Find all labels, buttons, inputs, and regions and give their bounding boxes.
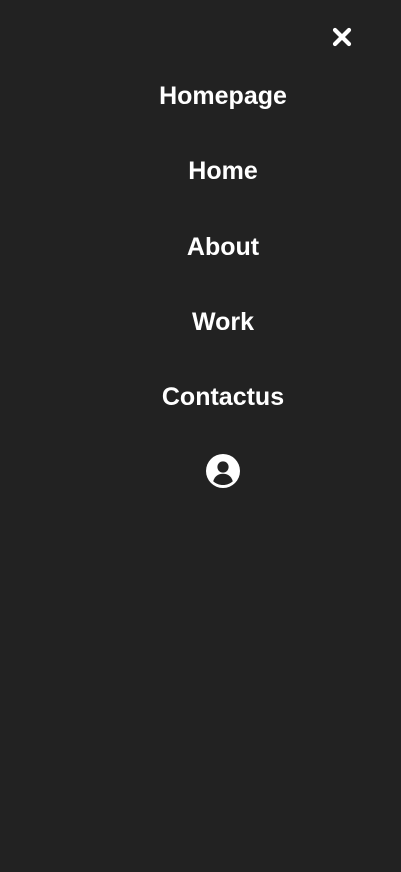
account-button[interactable] (205, 453, 241, 489)
nav-link-homepage[interactable]: Homepage (159, 78, 287, 114)
nav-link-contactus[interactable]: Contactus (162, 379, 284, 415)
nav-link-home[interactable]: Home (188, 153, 257, 189)
nav-item-home: Home (0, 153, 401, 228)
nav-item-homepage: Homepage (0, 78, 401, 153)
nav-list: Homepage Home About Work Contactus (0, 78, 401, 454)
nav-link-about[interactable]: About (187, 229, 259, 265)
nav-link-work[interactable]: Work (192, 304, 254, 340)
mobile-nav-menu: Homepage Home About Work Contactus (0, 0, 401, 872)
nav-item-about: About (0, 229, 401, 304)
close-menu-button[interactable] (327, 22, 357, 52)
close-icon (332, 27, 352, 47)
user-circle-icon (206, 454, 240, 488)
nav-item-contactus: Contactus (0, 379, 401, 454)
nav-item-work: Work (0, 304, 401, 379)
